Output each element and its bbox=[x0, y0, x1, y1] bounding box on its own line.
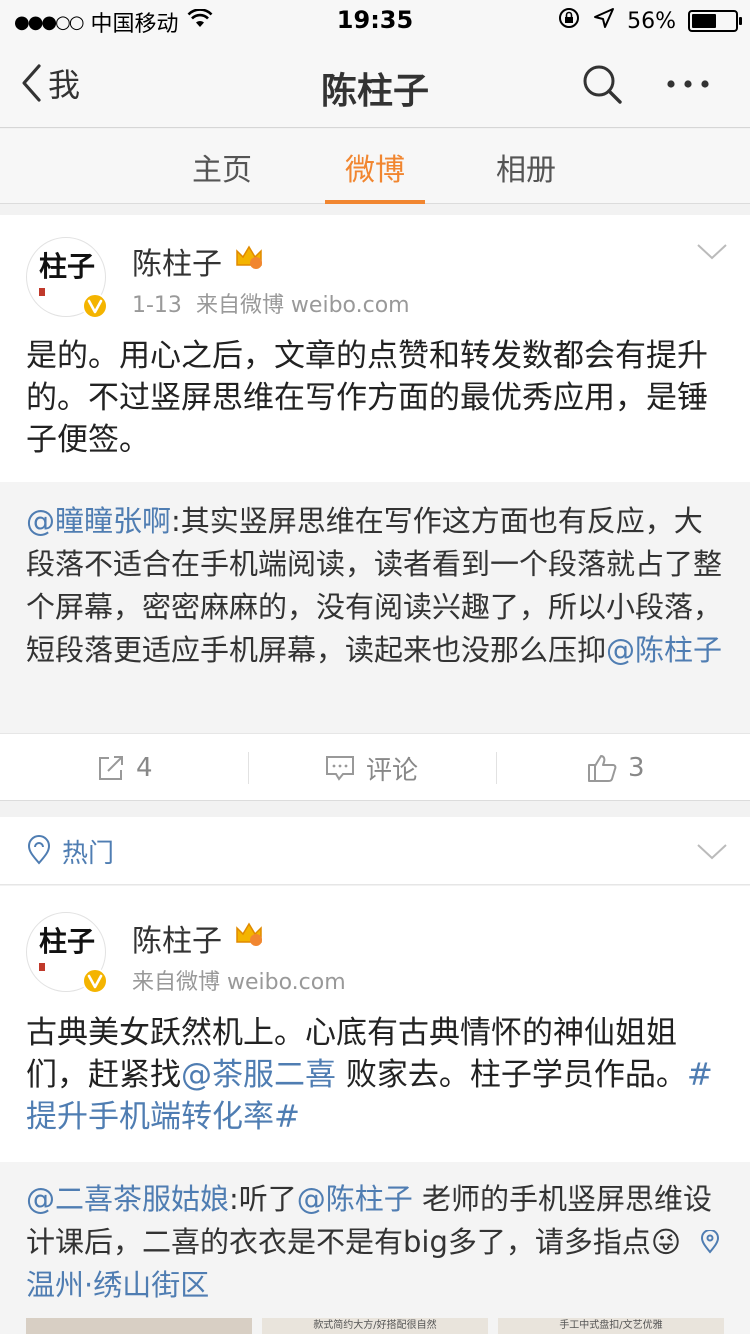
more-icon[interactable] bbox=[664, 62, 712, 110]
post-body-part: 败家去。柱子学员作品。 bbox=[336, 1057, 687, 1093]
like-count: 3 bbox=[628, 753, 645, 783]
share-button[interactable]: 4 bbox=[96, 734, 153, 802]
wink-emoji-icon: 😜 bbox=[650, 1225, 682, 1259]
status-bar: ●●●○○ 中国移动 19:35 56% bbox=[0, 0, 750, 40]
battery-level bbox=[692, 14, 716, 28]
active-tab-indicator bbox=[325, 200, 425, 204]
profile-tabs: 主页 微博 相册 bbox=[0, 129, 750, 204]
svg-text:柱子: 柱子 bbox=[39, 925, 95, 958]
battery-icon bbox=[688, 10, 742, 32]
navigation-bar: 我 陈柱子 bbox=[0, 40, 750, 128]
post-meta: 1-13 来自微博 weibo.com bbox=[132, 287, 410, 319]
mention-link[interactable]: @瞳瞳张啊 bbox=[26, 504, 171, 538]
image-thumbnail[interactable]: 手工中式盘扣/文艺优雅 bbox=[498, 1318, 724, 1334]
vip-crown-icon bbox=[234, 243, 264, 275]
post-source: 来自微博 weibo.com bbox=[195, 293, 410, 318]
repost-text: @二喜茶服姑娘:听了@陈柱子 老师的手机竖屏思维设计课后，二喜的衣衣是不是有bi… bbox=[26, 1178, 726, 1307]
post-author[interactable]: 陈柱子 bbox=[132, 916, 222, 960]
comment-label: 评论 bbox=[366, 755, 419, 786]
divider bbox=[496, 752, 497, 784]
tab-weibo[interactable]: 微博 bbox=[325, 145, 425, 189]
location-label: 温州·绣山街区 bbox=[26, 1268, 210, 1302]
svg-text:柱子: 柱子 bbox=[39, 250, 95, 283]
thumbs-up-icon bbox=[588, 755, 617, 782]
orientation-lock-icon bbox=[557, 6, 581, 36]
vip-crown-icon bbox=[234, 920, 264, 952]
image-thumbnail[interactable] bbox=[26, 1318, 252, 1334]
page-title: 陈柱子 bbox=[320, 71, 429, 112]
comment-icon bbox=[326, 756, 354, 781]
comment-button[interactable]: 评论 bbox=[324, 734, 418, 802]
battery-percent: 56% bbox=[627, 8, 676, 34]
chevron-down-icon[interactable] bbox=[696, 843, 728, 865]
hot-location-icon bbox=[26, 835, 52, 869]
hot-section-header[interactable]: 热门 bbox=[0, 817, 750, 885]
like-button[interactable]: 3 bbox=[586, 734, 645, 802]
post-action-bar: 4 评论 3 bbox=[0, 733, 750, 801]
mention-link[interactable]: @陈柱子 bbox=[606, 633, 722, 667]
post-text: 古典美女跃然机上。心底有古典情怀的神仙姐姐们，赶紧找@茶服二喜 败家去。柱子学员… bbox=[26, 1012, 726, 1138]
post-author[interactable]: 陈柱子 bbox=[132, 239, 222, 283]
weibo-post[interactable]: 柱子 陈柱子 1-13 来自微博 weibo.com 是的。用心之后，文章的点赞… bbox=[0, 215, 750, 733]
repost-block[interactable]: @二喜茶服姑娘:听了@陈柱子 老师的手机竖屏思维设计课后，二喜的衣衣是不是有bi… bbox=[0, 1162, 750, 1334]
verified-badge-icon bbox=[82, 968, 108, 994]
mention-link[interactable]: @茶服二喜 bbox=[181, 1057, 336, 1093]
mention-link[interactable]: @二喜茶服姑娘 bbox=[26, 1182, 229, 1216]
verified-badge-icon bbox=[82, 293, 108, 319]
location-arrow-icon bbox=[593, 7, 615, 35]
weibo-post[interactable]: 柱子 陈柱子 来自微博 weibo.com 古典美女跃然机上。心底有古典情怀的神… bbox=[0, 886, 750, 1334]
repost-block[interactable]: @瞳瞳张啊:其实竖屏思维在写作这方面也有反应，大段落不适合在手机端阅读，读者看到… bbox=[0, 482, 750, 733]
tab-home[interactable]: 主页 bbox=[172, 145, 272, 189]
post-text: 是的。用心之后，文章的点赞和转发数都会有提升的。不过竖屏思维在写作方面的最优秀应… bbox=[26, 338, 708, 458]
divider bbox=[248, 752, 249, 784]
mention-link[interactable]: @陈柱子 bbox=[297, 1182, 413, 1216]
tab-album[interactable]: 相册 bbox=[476, 145, 576, 189]
post-date: 1-13 bbox=[132, 293, 182, 318]
search-icon[interactable] bbox=[580, 62, 624, 110]
location-pin-icon bbox=[700, 1229, 719, 1254]
repost-text: @瞳瞳张啊:其实竖屏思维在写作这方面也有反应，大段落不适合在手机端阅读，读者看到… bbox=[26, 500, 726, 672]
post-source: 来自微博 weibo.com bbox=[132, 970, 346, 995]
share-icon bbox=[99, 756, 123, 780]
repost-body: :听了 bbox=[229, 1182, 297, 1216]
hot-label: 热门 bbox=[62, 839, 115, 869]
share-count: 4 bbox=[136, 753, 153, 783]
image-thumbnail[interactable]: 款式简约大方/好搭配很自然 bbox=[262, 1318, 488, 1334]
chevron-down-icon[interactable] bbox=[696, 243, 728, 265]
